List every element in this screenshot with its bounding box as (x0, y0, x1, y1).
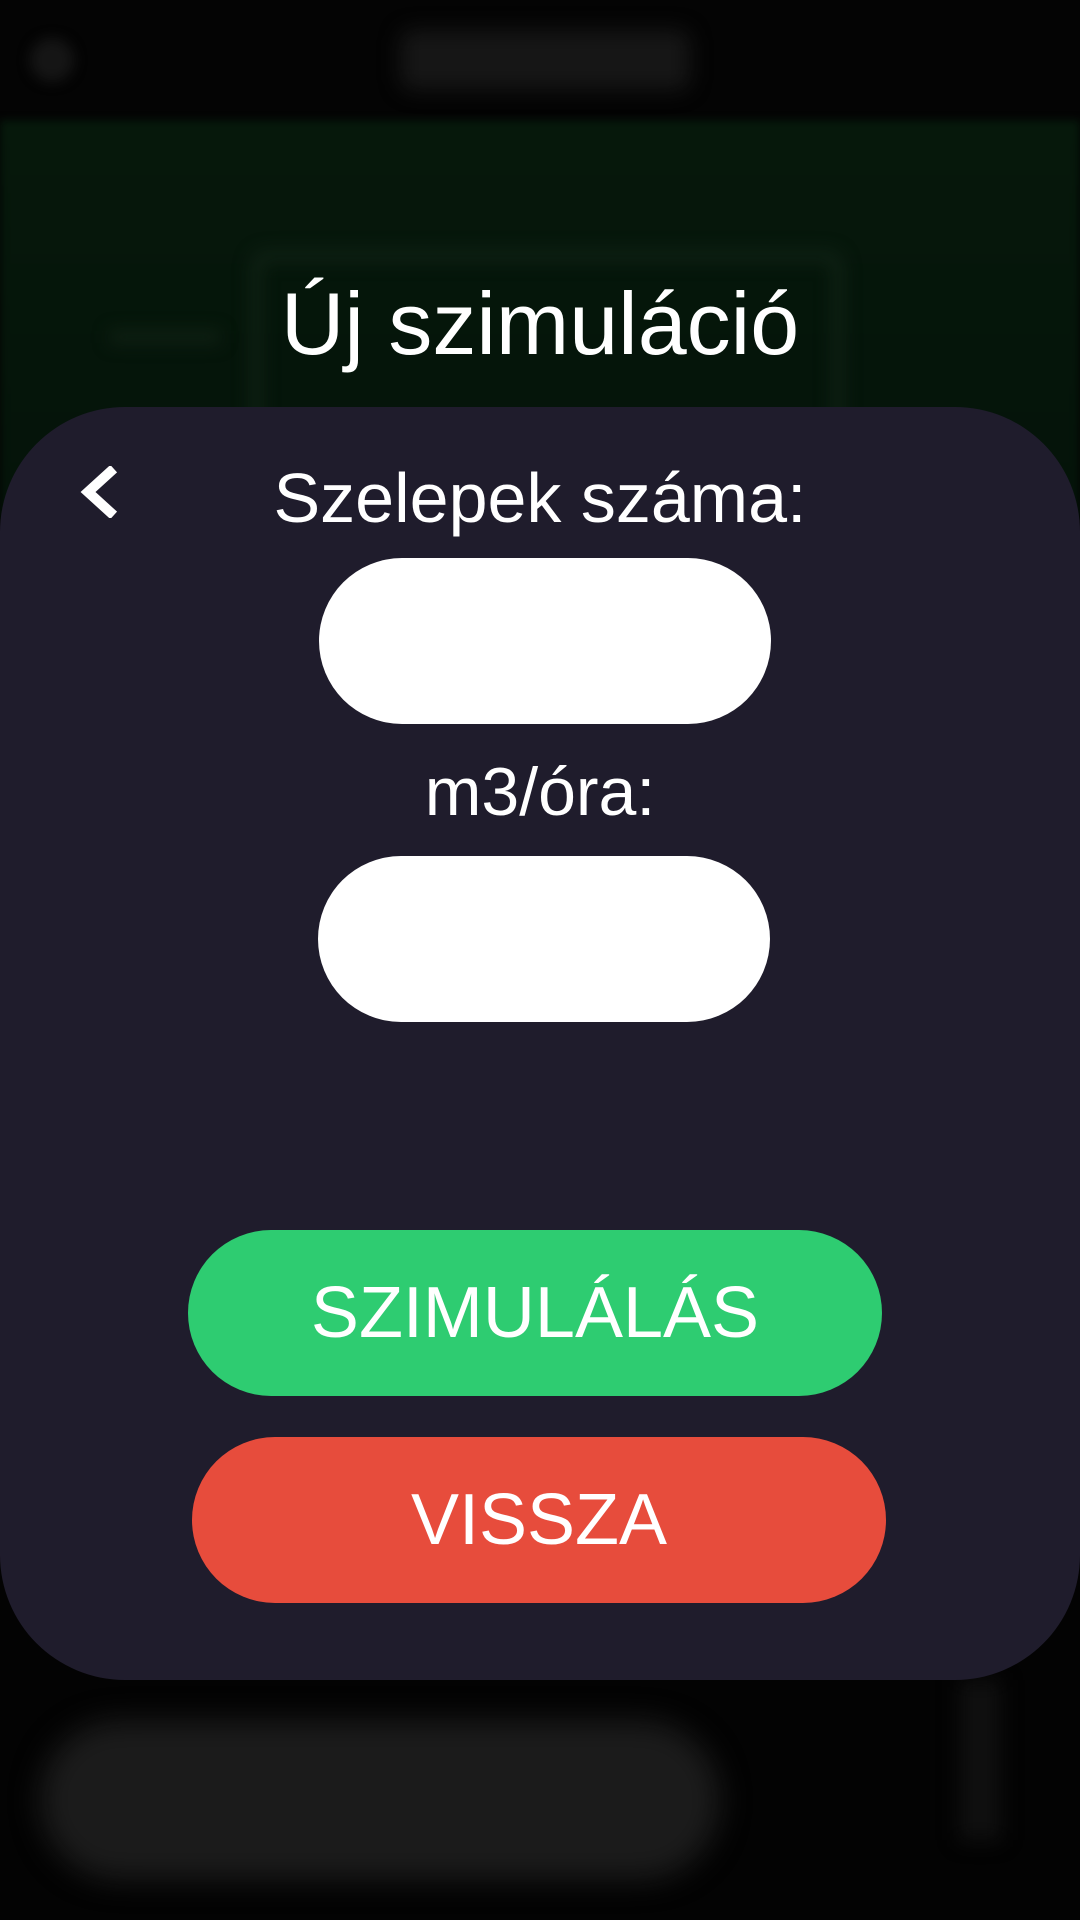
valves-count-input[interactable] (319, 558, 771, 724)
background-menu-icon (30, 38, 74, 82)
background-title (400, 30, 690, 90)
background-scrollbar (960, 1680, 1000, 1840)
valves-count-label: Szelepek száma: (273, 459, 807, 537)
flow-rate-input[interactable] (318, 856, 770, 1022)
back-button[interactable]: VISSZA (192, 1437, 886, 1603)
flow-rate-label: m3/óra: (424, 754, 656, 830)
background-bottom-button (40, 1720, 720, 1880)
simulate-button[interactable]: SZIMULÁLÁS (188, 1230, 882, 1396)
dialog-title: Új szimuláció (280, 274, 800, 373)
background-top-bar (0, 0, 1080, 120)
screen: Új szimuláció Szelepek száma: m3/óra: SZ… (0, 0, 1080, 1920)
